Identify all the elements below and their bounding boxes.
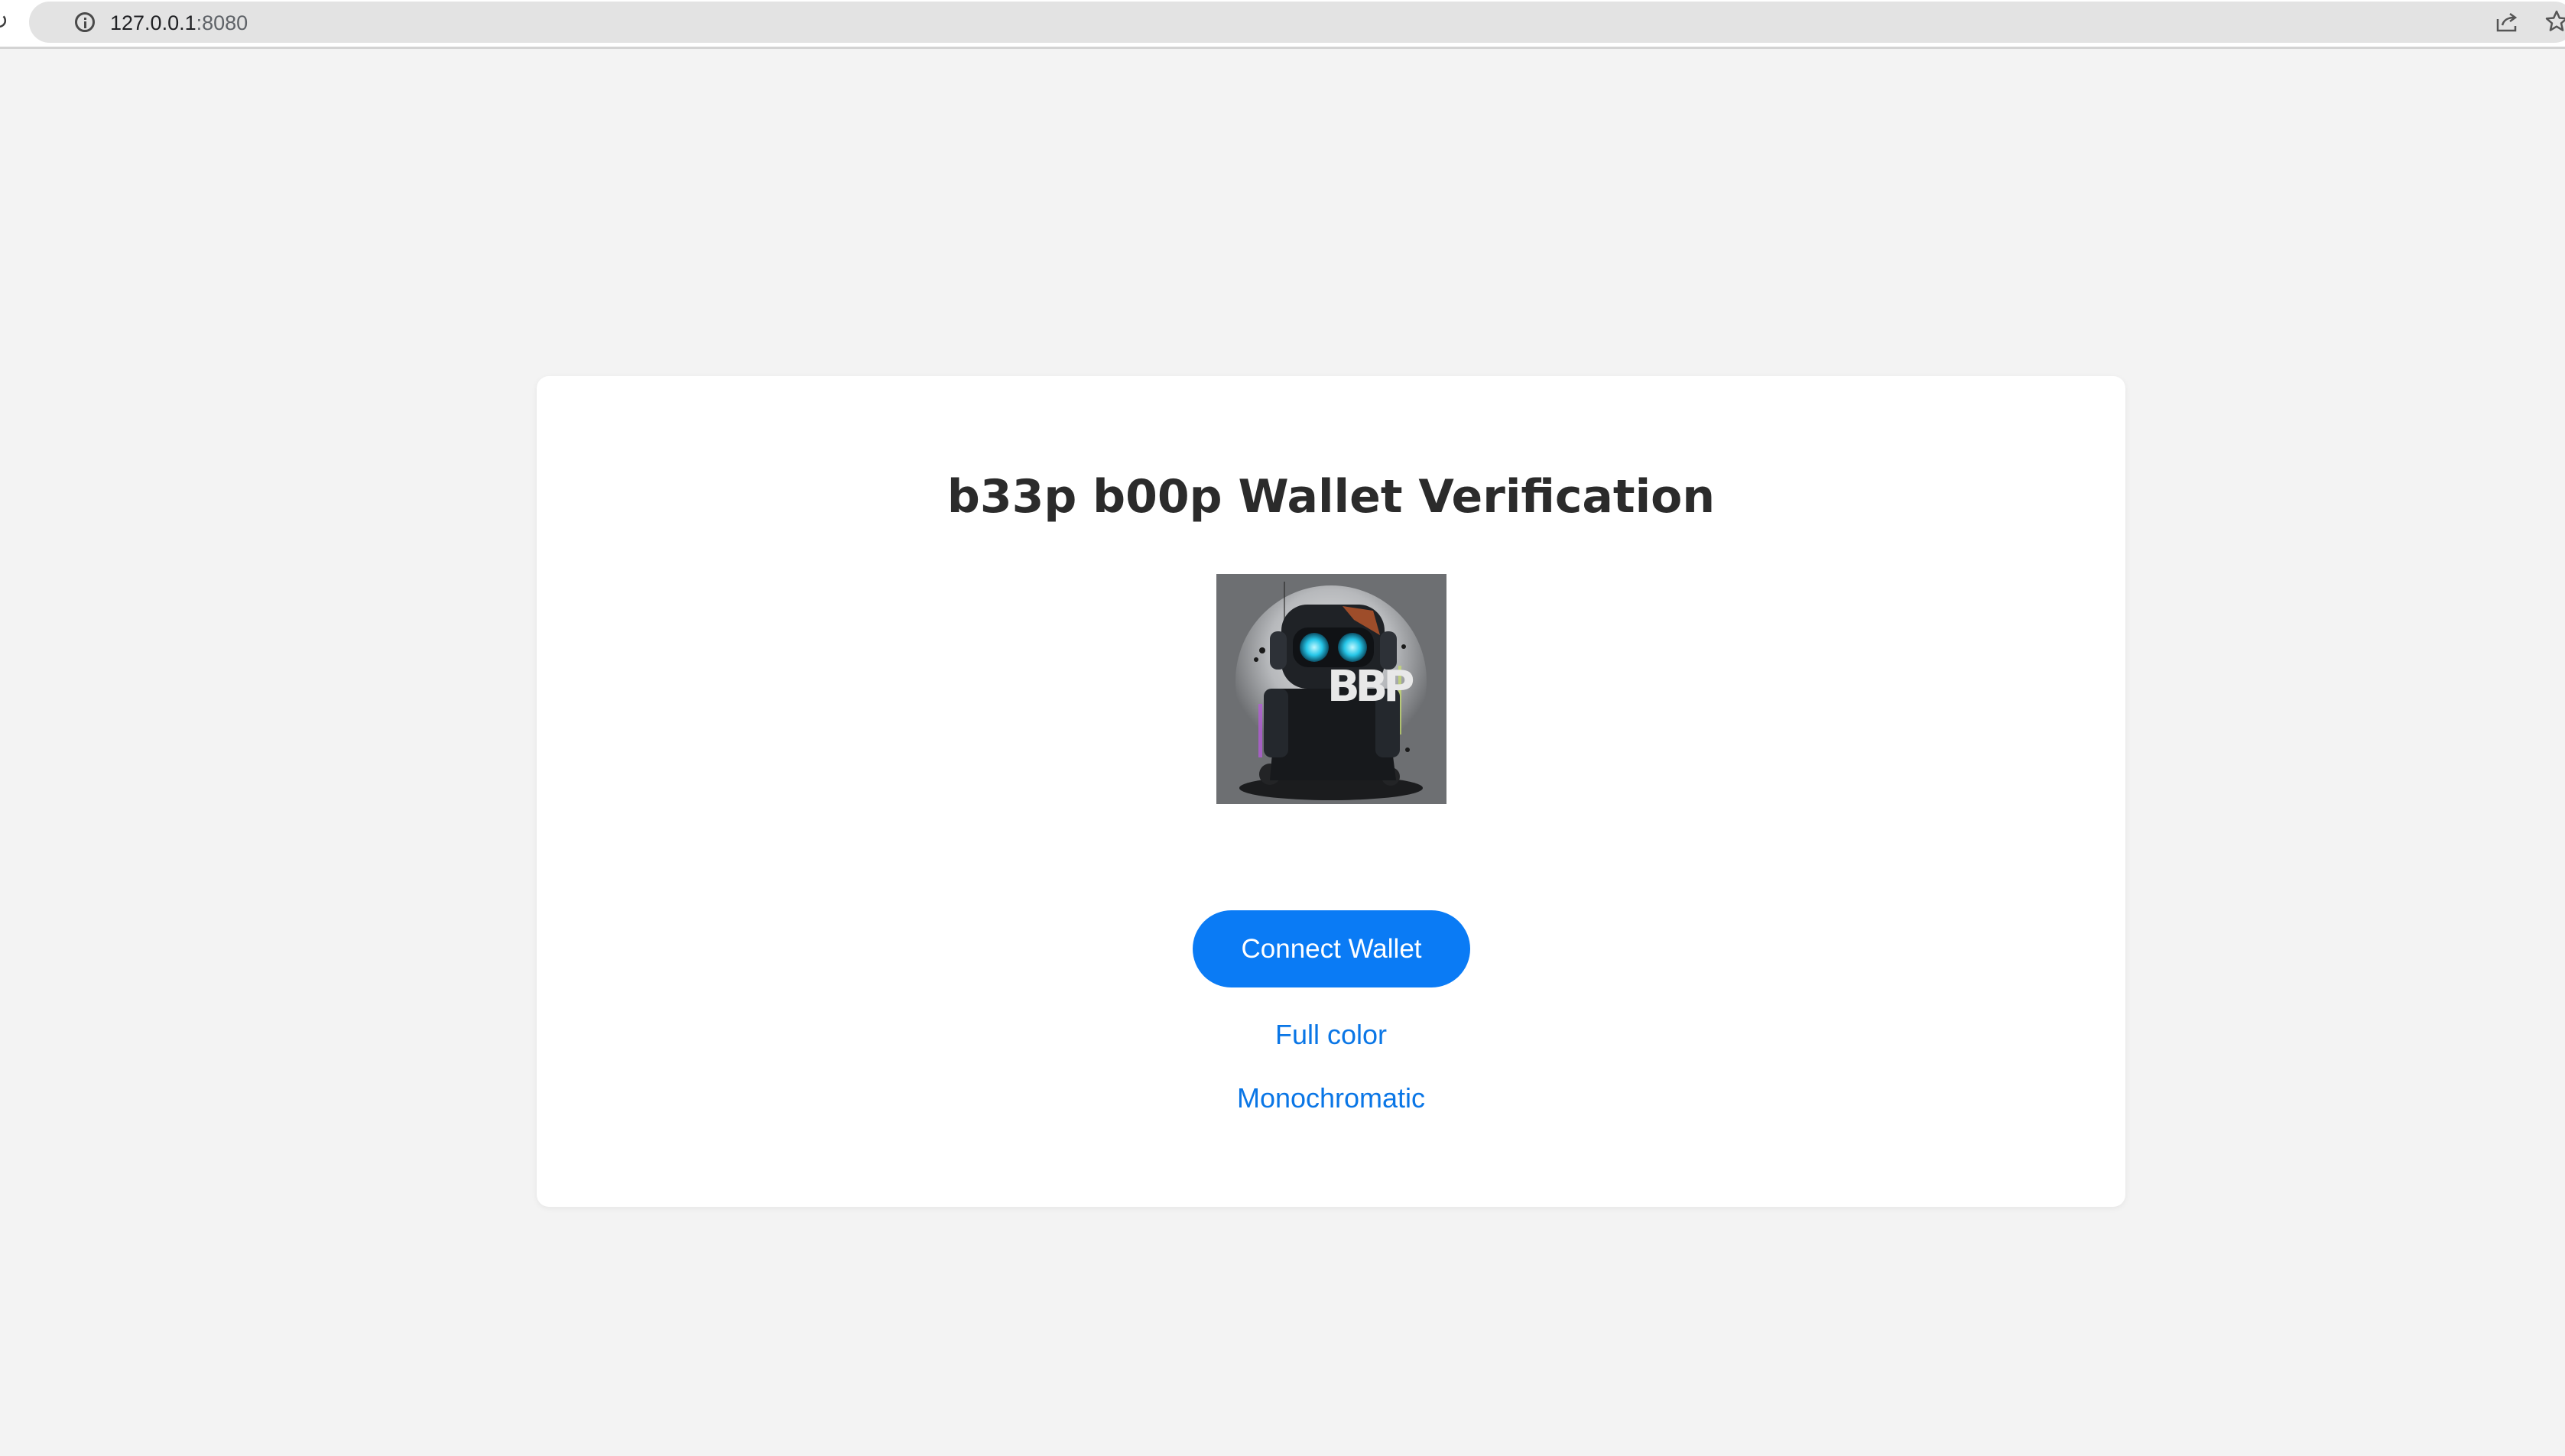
full-color-link[interactable]: Full color — [1275, 1019, 1387, 1050]
url-host: 127.0.0.1 — [110, 11, 196, 34]
verification-card: b33p b00p Wallet Verification BBP Connec… — [537, 376, 2125, 1207]
url-text[interactable]: 127.0.0.1:8080 — [110, 11, 248, 35]
page-title: b33p b00p Wallet Verification — [946, 470, 1716, 524]
address-bar[interactable]: 127.0.0.1:8080 — [29, 2, 2565, 43]
info-icon[interactable] — [75, 12, 95, 32]
monochromatic-link[interactable]: Monochromatic — [1237, 1082, 1425, 1114]
monochromatic-link-row: Monochromatic — [537, 1081, 2125, 1115]
connect-wallet-button[interactable]: Connect Wallet — [1193, 910, 1470, 987]
share-icon[interactable] — [2495, 11, 2520, 33]
browser-toolbar: ↻ 127.0.0.1:8080 — [0, 0, 2565, 49]
star-icon[interactable] — [2544, 9, 2565, 34]
full-color-link-row: Full color — [537, 1018, 2125, 1052]
url-port: :8080 — [196, 11, 248, 34]
reload-icon[interactable]: ↻ — [0, 11, 8, 34]
robot-logo-image: BBP — [1216, 574, 1446, 804]
logo-lettering: BBP — [1327, 662, 1414, 712]
